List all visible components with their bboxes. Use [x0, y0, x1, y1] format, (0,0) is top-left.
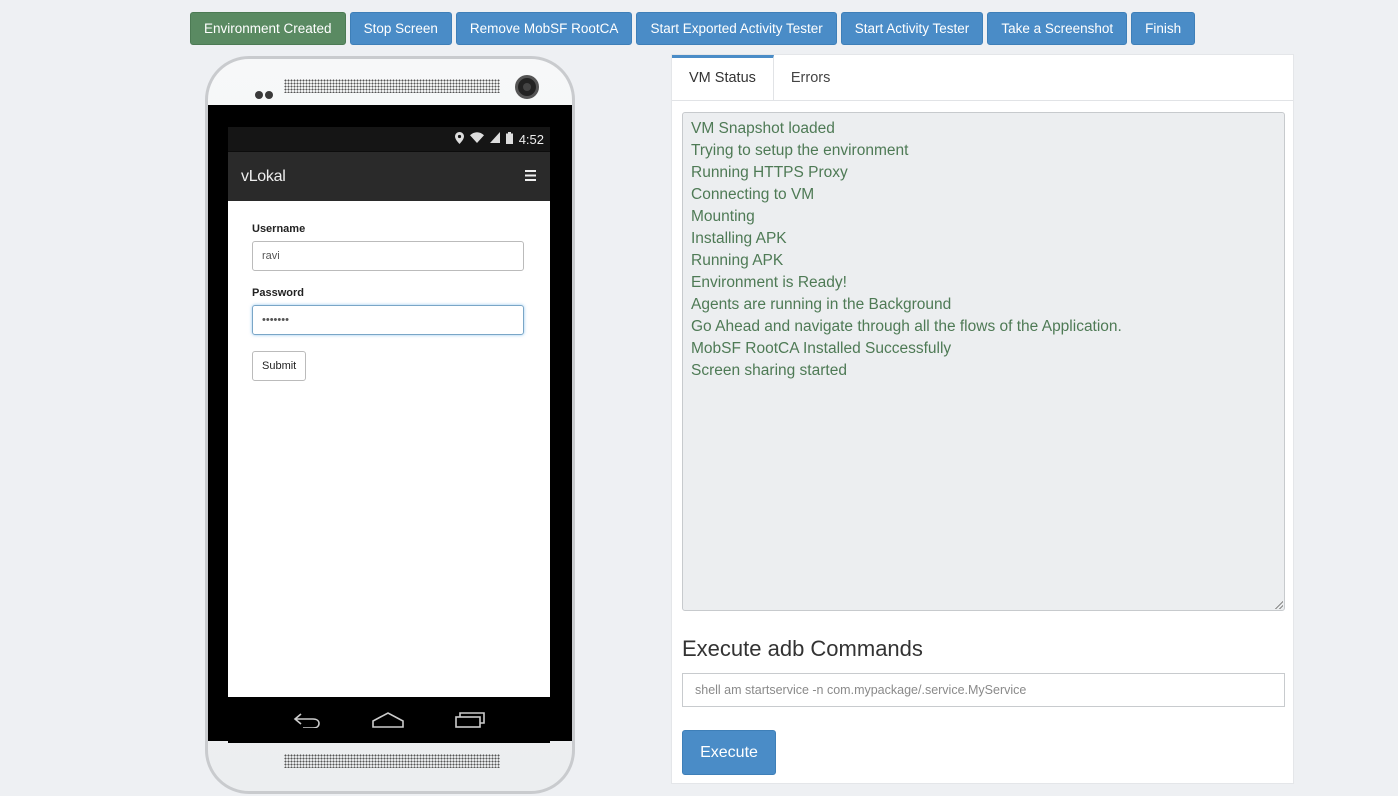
- android-status-bar: 4:52: [228, 127, 550, 151]
- log-line: Running APK: [691, 252, 784, 269]
- loudspeaker-grille: [284, 754, 500, 768]
- home-icon[interactable]: [372, 712, 404, 728]
- username-field[interactable]: ravi: [252, 241, 524, 271]
- log-line: Installing APK: [691, 230, 787, 247]
- earpiece-speaker: [284, 79, 500, 93]
- device-screen-area: 4:52 vLokal Username ravi Password •••••…: [208, 105, 572, 743]
- signal-icon: [489, 132, 500, 146]
- hamburger-menu-icon[interactable]: [525, 168, 536, 186]
- app-action-bar: vLokal: [228, 151, 550, 201]
- vm-status-log[interactable]: VM Snapshot loaded Trying to setup the e…: [682, 112, 1285, 611]
- app-title: vLokal: [241, 167, 286, 185]
- login-form: Username ravi Password ••••••• Submit: [228, 201, 550, 381]
- log-line: Go Ahead and navigate through all the fl…: [691, 318, 1122, 335]
- adb-commands-heading: Execute adb Commands: [682, 636, 923, 661]
- finish-button[interactable]: Finish: [1131, 12, 1196, 45]
- resize-handle-icon[interactable]: [1275, 601, 1283, 609]
- device-screen[interactable]: 4:52 vLokal Username ravi Password •••••…: [228, 127, 550, 697]
- log-line: Trying to setup the environment: [691, 142, 909, 159]
- log-line: Mounting: [691, 208, 755, 225]
- device-frame: 4:52 vLokal Username ravi Password •••••…: [205, 56, 575, 794]
- start-exported-activity-tester-button[interactable]: Start Exported Activity Tester: [636, 12, 837, 45]
- status-tabs: VM Status Errors: [672, 55, 1293, 101]
- back-icon[interactable]: [293, 712, 321, 728]
- log-line: Connecting to VM: [691, 186, 815, 203]
- log-line: MobSF RootCA Installed Successfully: [691, 340, 952, 357]
- status-time: 4:52: [518, 131, 544, 147]
- wifi-icon: [469, 132, 484, 146]
- start-activity-tester-button[interactable]: Start Activity Tester: [840, 12, 984, 45]
- take-screenshot-button[interactable]: Take a Screenshot: [987, 12, 1128, 45]
- password-field[interactable]: •••••••: [252, 305, 524, 335]
- location-icon: [454, 131, 464, 147]
- sensor-dots: [255, 86, 275, 104]
- recent-apps-icon[interactable]: [454, 712, 485, 728]
- password-label: Password: [252, 287, 304, 299]
- log-line: Screen sharing started: [691, 362, 847, 379]
- status-panel: VM Status Errors VM Snapshot loaded Tryi…: [671, 54, 1294, 784]
- toolbar: Environment Created Stop Screen Remove M…: [190, 12, 1196, 45]
- front-camera-icon: [515, 75, 539, 99]
- battery-icon: [505, 131, 513, 147]
- execute-button[interactable]: Execute: [682, 730, 776, 775]
- tab-errors[interactable]: Errors: [774, 55, 847, 100]
- log-line: Running HTTPS Proxy: [691, 164, 848, 181]
- submit-button[interactable]: Submit: [252, 351, 307, 381]
- remove-rootca-button[interactable]: Remove MobSF RootCA: [455, 12, 633, 45]
- username-label: Username: [252, 223, 306, 235]
- environment-created-button[interactable]: Environment Created: [190, 12, 346, 45]
- log-line: Agents are running in the Background: [691, 296, 952, 313]
- stop-screen-button[interactable]: Stop Screen: [349, 12, 452, 45]
- log-line: Environment is Ready!: [691, 274, 847, 291]
- android-nav-bar: [228, 697, 550, 743]
- adb-command-input[interactable]: [682, 673, 1285, 707]
- log-line: VM Snapshot loaded: [691, 120, 835, 137]
- tab-vm-status[interactable]: VM Status: [672, 55, 774, 100]
